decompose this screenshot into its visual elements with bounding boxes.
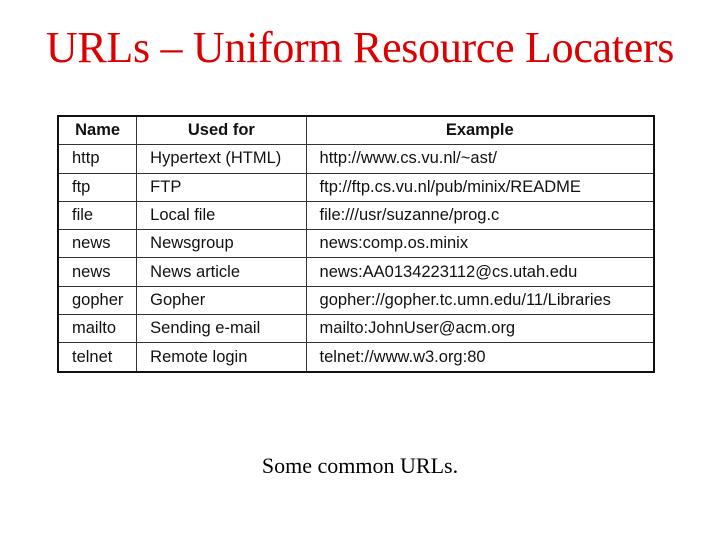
cell-used-for: Hypertext (HTML) bbox=[136, 144, 307, 174]
cell-example: file:///usr/suzanne/prog.c bbox=[305, 200, 655, 231]
header-name: Name bbox=[57, 115, 138, 146]
cell-name: http bbox=[57, 144, 138, 174]
cell-example: http://www.cs.vu.nl/~ast/ bbox=[305, 144, 655, 174]
cell-example: ftp://ftp.cs.vu.nl/pub/minix/README bbox=[305, 172, 655, 202]
table-row: file Local file file:///usr/suzanne/prog… bbox=[57, 200, 655, 231]
cell-used-for: Sending e-mail bbox=[136, 314, 307, 344]
cell-example: telnet://www.w3.org:80 bbox=[305, 342, 655, 373]
table-row: http Hypertext (HTML) http://www.cs.vu.n… bbox=[57, 144, 655, 174]
cell-example: news:AA0134223112@cs.utah.edu bbox=[305, 257, 655, 287]
cell-used-for: FTP bbox=[136, 172, 307, 202]
cell-name: mailto bbox=[57, 314, 138, 344]
table-header-row: Name Used for Example bbox=[57, 115, 655, 146]
table-caption: Some common URLs. bbox=[261, 453, 459, 478]
table-row: news Newsgroup news:comp.os.minix bbox=[57, 229, 655, 259]
table-row: ftp FTP ftp://ftp.cs.vu.nl/pub/minix/REA… bbox=[57, 172, 655, 202]
header-used-for: Used for bbox=[136, 115, 307, 146]
cell-name: news bbox=[57, 229, 138, 259]
cell-example: mailto:JohnUser@acm.org bbox=[305, 314, 655, 344]
cell-used-for: News article bbox=[136, 257, 307, 287]
table-row: news News article news:AA0134223112@cs.u… bbox=[57, 257, 655, 287]
slide-title: URLs – Uniform Resource Locaters bbox=[45, 23, 675, 72]
cell-name: gopher bbox=[57, 285, 138, 316]
cell-name: file bbox=[57, 200, 138, 231]
table-row: mailto Sending e-mail mailto:JohnUser@ac… bbox=[57, 314, 655, 344]
cell-name: telnet bbox=[57, 342, 138, 373]
header-example: Example bbox=[305, 115, 655, 146]
cell-used-for: Gopher bbox=[136, 285, 307, 316]
cell-example: news:comp.os.minix bbox=[305, 229, 655, 259]
cell-used-for: Local file bbox=[136, 200, 307, 231]
cell-example: gopher://gopher.tc.umn.edu/11/Libraries bbox=[305, 285, 655, 316]
cell-name: news bbox=[57, 257, 138, 287]
table-row: telnet Remote login telnet://www.w3.org:… bbox=[57, 342, 655, 373]
cell-name: ftp bbox=[57, 172, 138, 202]
table-row: gopher Gopher gopher://gopher.tc.umn.edu… bbox=[57, 285, 655, 316]
cell-used-for: Remote login bbox=[136, 342, 307, 373]
cell-used-for: Newsgroup bbox=[136, 229, 307, 259]
url-table: Name Used for Example http Hypertext (HT… bbox=[57, 115, 655, 373]
